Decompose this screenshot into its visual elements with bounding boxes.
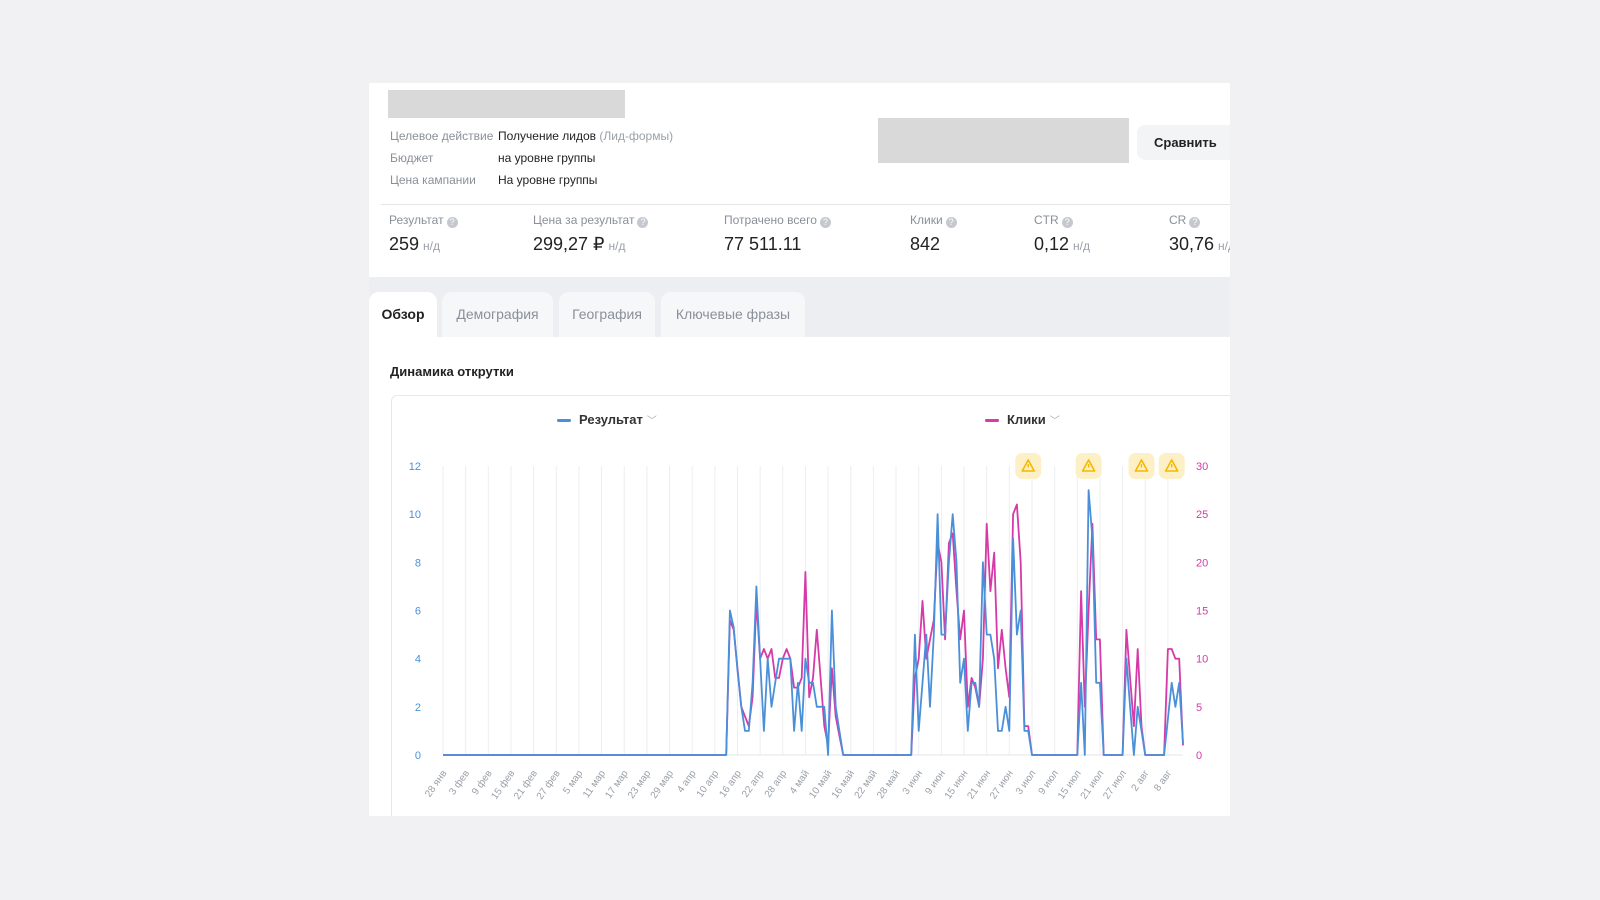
- y-right-tick-label: 30: [1196, 461, 1208, 473]
- x-tick-label: 27 фев: [534, 768, 563, 802]
- tab-keywords[interactable]: Ключевые фразы: [661, 292, 805, 337]
- line-chart: 28 янв3 фев9 фев15 фев21 фев27 фев5 мар1…: [409, 453, 1208, 802]
- x-tick-label: 3 июн: [901, 768, 925, 796]
- metric-value: 30,76н/д: [1169, 234, 1230, 255]
- x-tick-label: 2 авг: [1130, 768, 1152, 793]
- divider: [381, 204, 1230, 205]
- info-label: Цена кампании: [390, 173, 476, 187]
- compare-button[interactable]: Сравнить: [1137, 125, 1230, 160]
- y-left-tick-label: 6: [415, 606, 421, 618]
- metric-label: CR?: [1169, 213, 1201, 228]
- x-tick-label: 3 июл: [1014, 768, 1039, 797]
- help-icon[interactable]: ?: [1061, 217, 1073, 228]
- help-icon[interactable]: ?: [446, 217, 458, 228]
- budget-value: на уровне группы: [498, 151, 596, 165]
- metric-suffix: н/д: [1218, 239, 1230, 253]
- y-right-tick-label: 20: [1196, 557, 1208, 569]
- y-right-tick-label: 15: [1196, 606, 1208, 618]
- x-tick-label: 28 янв: [423, 768, 449, 799]
- metric-suffix: н/д: [608, 239, 626, 253]
- target-action-note: (Лид-формы): [599, 129, 674, 143]
- metric-label: Потрачено всего?: [724, 213, 831, 228]
- help-icon[interactable]: ?: [945, 217, 957, 228]
- series-line-result: [443, 489, 1184, 756]
- metric-value: 259 н/д: [389, 234, 440, 255]
- metric-value: 0,12 н/д: [1034, 234, 1090, 255]
- y-left-tick-label: 4: [415, 654, 421, 666]
- help-icon[interactable]: ?: [1189, 217, 1201, 228]
- metric-label-text: Клики: [910, 213, 943, 227]
- metric-suffix: н/д: [423, 239, 441, 253]
- x-tick-label: 10 апр: [695, 768, 722, 800]
- metric-value: 842: [910, 234, 944, 255]
- campaign-price-value: На уровне группы: [498, 173, 598, 187]
- info-label: Бюджет: [390, 151, 434, 165]
- help-icon[interactable]: ?: [819, 217, 831, 228]
- metric-label-text: Потрачено всего: [724, 213, 817, 227]
- campaign-card: Целевое действие Получение лидов (Лид-фо…: [369, 83, 1230, 816]
- campaign-name-redacted: [388, 90, 625, 118]
- x-tick-label: 27 июн: [988, 768, 1016, 801]
- metric-label: Клики?: [910, 213, 957, 228]
- x-tick-label: 16 апр: [717, 768, 744, 800]
- x-tick-label: 3 фев: [447, 768, 473, 797]
- metric-label-text: CR: [1169, 213, 1187, 227]
- metric-value: 77 511.11: [724, 234, 805, 255]
- section-title: Динамика открутки: [390, 364, 514, 379]
- metric-label-text: Цена за результат: [533, 213, 635, 227]
- y-left-tick-label: 10: [409, 509, 421, 521]
- y-left-tick-label: 8: [415, 557, 421, 569]
- info-label: Целевое действие: [390, 129, 494, 143]
- metric-label-text: Результат: [389, 213, 444, 227]
- metric-label: Результат?: [389, 213, 458, 228]
- x-tick-label: 27 июл: [1101, 768, 1129, 801]
- info-value: Получение лидов (Лид-формы): [498, 129, 673, 143]
- metric-value-text: 842: [910, 234, 941, 254]
- y-right-tick-label: 0: [1196, 750, 1202, 762]
- y-right-tick-label: 5: [1196, 702, 1202, 714]
- tab-demography[interactable]: Демография: [442, 292, 553, 337]
- y-left-tick-label: 12: [409, 461, 421, 473]
- x-tick-label: 29 мар: [649, 768, 677, 801]
- y-left-tick-label: 0: [415, 750, 421, 762]
- y-right-tick-label: 10: [1196, 654, 1208, 666]
- metric-value-text: 299,27 ₽: [533, 234, 605, 254]
- x-tick-label: 8 авг: [1152, 768, 1174, 793]
- tab-bar: Обзор Демография География Ключевые фраз…: [369, 277, 1230, 337]
- metric-value-text: 259: [389, 234, 420, 254]
- metric-label: Цена за результат?: [533, 213, 649, 228]
- metric-value: 299,27 ₽ н/д: [533, 234, 625, 255]
- target-action-value: Получение лидов: [498, 129, 597, 143]
- metric-value-text: 0,12: [1034, 234, 1070, 254]
- redacted-block: [878, 118, 1129, 163]
- y-right-tick-label: 25: [1196, 509, 1208, 521]
- x-tick-label: 22 апр: [740, 768, 767, 800]
- metric-value-text: 30,76: [1169, 234, 1215, 254]
- metric-label: CTR?: [1034, 213, 1073, 228]
- metric-label-text: CTR: [1034, 213, 1059, 227]
- metric-value-text: 77 511.11: [724, 234, 802, 254]
- x-tick-label: 28 май: [875, 768, 902, 800]
- tab-geography[interactable]: География: [559, 292, 655, 337]
- metric-suffix: н/д: [1073, 239, 1091, 253]
- help-icon[interactable]: ?: [637, 217, 649, 228]
- tab-overview[interactable]: Обзор: [369, 292, 437, 337]
- x-tick-label: 28 апр: [763, 768, 790, 800]
- series-line-clicks: [443, 503, 1184, 756]
- y-left-tick-label: 2: [415, 702, 421, 714]
- chart-container: Результат ﹀ Клики ﹀ 28 янв 3 фев 9 фев 15 фев…: [391, 395, 1230, 816]
